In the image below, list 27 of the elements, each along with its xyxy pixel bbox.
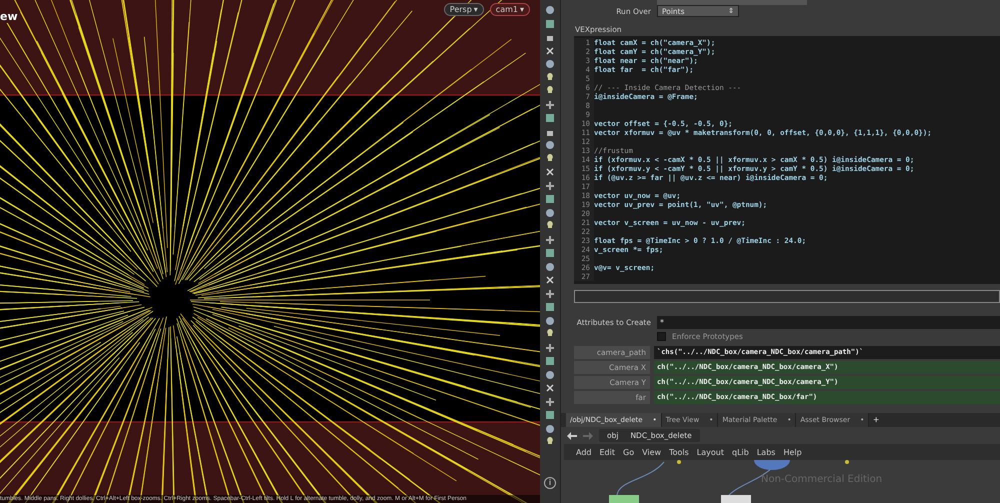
menu-item[interactable]: Help: [779, 448, 806, 456]
sphere-icon[interactable]: [544, 139, 556, 151]
code-editor[interactable]: [574, 36, 1000, 284]
attributes-field[interactable]: *: [657, 316, 1000, 329]
parameter-field[interactable]: [657, 0, 807, 5]
checkbox[interactable]: [657, 332, 666, 341]
menu-item[interactable]: Layout: [692, 448, 728, 456]
sphere-icon[interactable]: [544, 368, 556, 380]
menu-item[interactable]: Labs: [752, 448, 780, 456]
menu-item[interactable]: qLib: [728, 448, 753, 456]
menu-item[interactable]: Go: [619, 448, 638, 456]
sphere-icon[interactable]: [544, 314, 556, 326]
menu-item[interactable]: Tools: [665, 448, 693, 456]
camera-menu[interactable]: Persp ▾: [444, 3, 484, 16]
menu-item[interactable]: Edit: [596, 448, 619, 456]
menu-item[interactable]: View: [638, 448, 666, 456]
camera-menu[interactable]: cam1 ▾: [490, 3, 530, 16]
sphere-icon[interactable]: [544, 260, 556, 272]
viewport-title: ew: [0, 10, 18, 23]
sphere-icon[interactable]: [544, 58, 556, 70]
text-field[interactable]: [574, 290, 1000, 303]
back-arrow-icon[interactable]: [567, 432, 577, 440]
sphere-icon[interactable]: [544, 422, 556, 434]
menu-item[interactable]: Add: [572, 448, 596, 456]
add-tab-button[interactable]: +: [869, 413, 884, 427]
sphere-icon[interactable]: [544, 206, 556, 218]
info-icon[interactable]: i: [544, 477, 556, 489]
